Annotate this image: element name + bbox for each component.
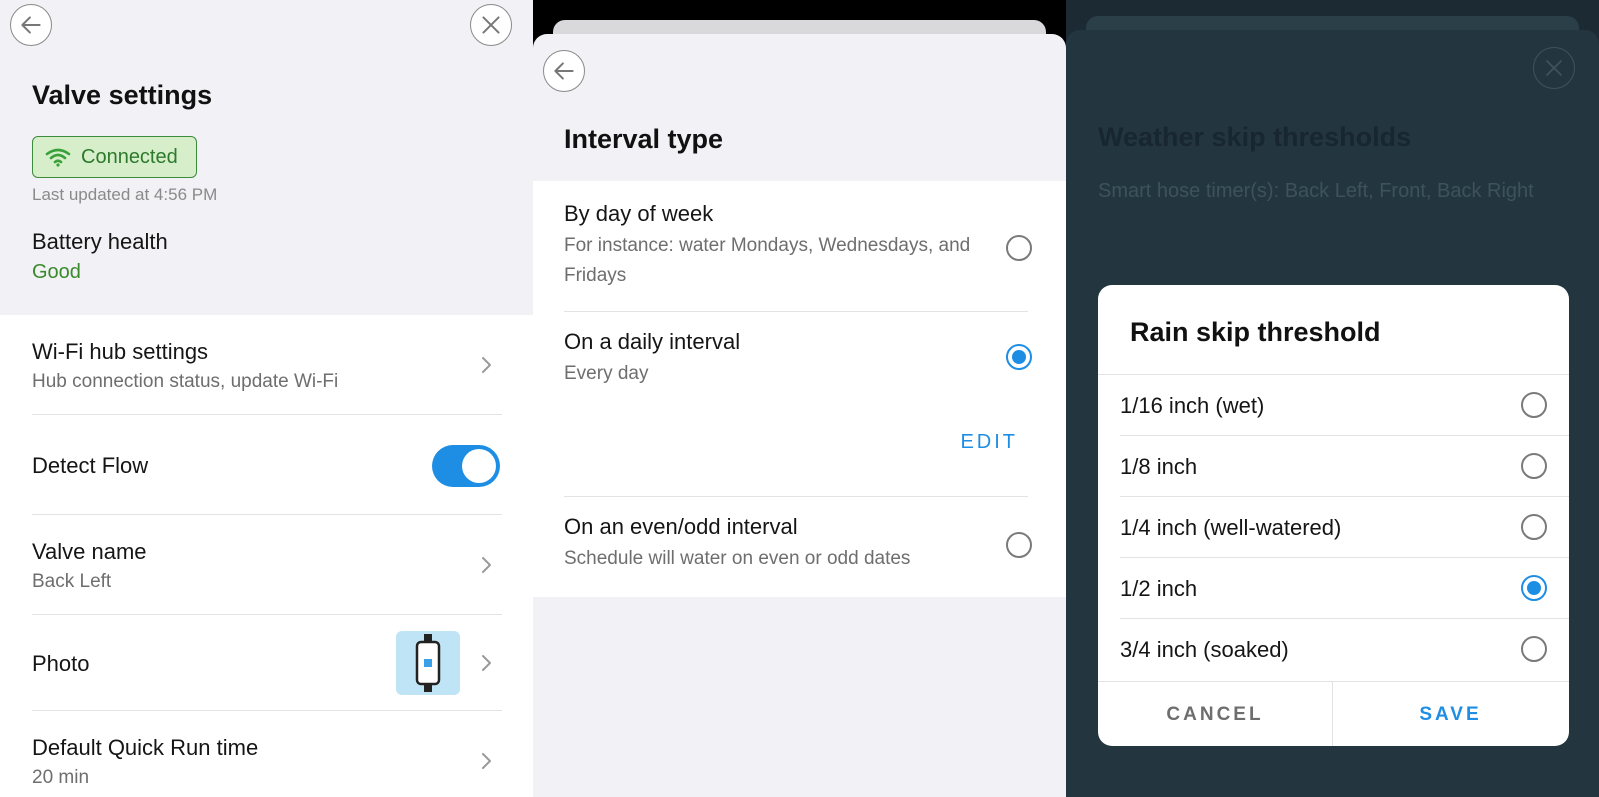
valve-settings-screen: Valve settings Connected Last updated at… [0, 0, 533, 797]
option-label: 3/4 inch (soaked) [1120, 637, 1289, 662]
toggle-knob [462, 449, 496, 483]
wifi-hub-settings-row[interactable]: Wi-Fi hub settings Hub connection status… [32, 315, 502, 415]
radio-button[interactable] [1521, 453, 1547, 479]
last-updated-text: Last updated at 4:56 PM [32, 185, 218, 204]
radio-button-selected[interactable] [1521, 575, 1547, 601]
row-label: Detect Flow [32, 453, 149, 478]
option-label: 1/4 inch (well-watered) [1120, 515, 1342, 540]
interval-type-screen: Interval type By day of week For instanc… [533, 0, 1066, 797]
option-label: On an even/odd interval [564, 514, 798, 539]
arrow-left-icon [554, 62, 574, 80]
battery-health-label: Battery health [32, 229, 168, 254]
interval-options-list: By day of week For instance: water Monda… [533, 181, 1066, 597]
radio-button[interactable] [1521, 636, 1547, 662]
row-label: Valve name [32, 539, 147, 564]
wifi-icon [45, 148, 71, 167]
close-button[interactable] [1533, 47, 1575, 89]
chevron-right-icon [482, 357, 491, 373]
option-description: Every day [564, 363, 649, 384]
option-label: By day of week [564, 201, 714, 226]
rain-skip-dialog: Rain skip threshold 1/16 inch (wet) 1/8 … [1098, 285, 1569, 746]
page-title: Valve settings [32, 80, 213, 110]
valve-name-row[interactable]: Valve name Back Left [32, 515, 502, 615]
cancel-button[interactable]: CANCEL [1098, 682, 1333, 746]
close-button[interactable] [470, 4, 512, 46]
option-label: 1/8 inch [1120, 454, 1198, 479]
row-sublabel: Hub connection status, update Wi-Fi [32, 371, 339, 392]
row-label: Default Quick Run time [32, 735, 259, 760]
divider [564, 311, 1028, 312]
radio-button-selected[interactable] [1006, 344, 1032, 370]
save-button[interactable]: SAVE [1333, 682, 1568, 746]
option-description: For instance: water Mondays, Wednesdays,… [564, 235, 971, 286]
radio-button[interactable] [1521, 392, 1547, 418]
option-label: 1/2 inch [1120, 576, 1198, 601]
page-title: Interval type [564, 124, 724, 154]
threshold-option-1-2[interactable]: 1/2 inch [1120, 557, 1569, 618]
dialog-title: Rain skip threshold [1130, 317, 1381, 347]
back-button[interactable] [10, 4, 52, 46]
option-even-odd-interval[interactable]: On an even/odd interval Schedule will wa… [564, 514, 1034, 578]
chevron-right-icon [482, 753, 491, 769]
battery-health-value: Good [32, 261, 81, 283]
threshold-option-1-4[interactable]: 1/4 inch (well-watered) [1120, 496, 1569, 557]
hose-timer-icon [415, 634, 441, 692]
default-quick-run-row[interactable]: Default Quick Run time 20 min [32, 711, 502, 797]
connection-status-text: Connected [81, 145, 178, 168]
close-icon [1546, 60, 1562, 76]
threshold-option-1-8[interactable]: 1/8 inch [1120, 435, 1569, 496]
radio-button[interactable] [1006, 235, 1032, 261]
option-by-day-of-week[interactable]: By day of week For instance: water Monda… [564, 201, 1034, 311]
dialog-footer: CANCEL SAVE [1098, 681, 1569, 746]
weather-skip-screen: Weather skip thresholds Smart hose timer… [1066, 0, 1599, 797]
connection-status-badge: Connected [32, 136, 197, 178]
settings-list: Wi-Fi hub settings Hub connection status… [0, 315, 533, 797]
divider [564, 496, 1028, 497]
close-icon [482, 16, 500, 34]
row-label: Photo [32, 651, 90, 676]
back-button[interactable] [543, 50, 585, 92]
edit-link[interactable]: EDIT [960, 431, 1018, 454]
detect-flow-row: Detect Flow [32, 415, 502, 515]
detect-flow-toggle[interactable] [432, 445, 500, 487]
radio-button[interactable] [1521, 514, 1547, 540]
arrow-left-icon [21, 16, 41, 34]
row-sublabel: 20 min [32, 767, 90, 788]
radio-button[interactable] [1006, 532, 1032, 558]
photo-row[interactable]: Photo [32, 615, 502, 711]
option-label: On a daily interval [564, 329, 741, 354]
option-description: Schedule will water on even or odd dates [564, 548, 911, 569]
page-title: Weather skip thresholds [1098, 122, 1412, 152]
option-daily-interval[interactable]: On a daily interval Every day [564, 329, 1034, 389]
valve-photo-thumbnail [396, 631, 460, 695]
row-sublabel: Back Left [32, 571, 112, 592]
row-label: Wi-Fi hub settings [32, 339, 209, 364]
page-subtitle: Smart hose timer(s): Back Left, Front, B… [1098, 180, 1534, 202]
threshold-option-1-16[interactable]: 1/16 inch (wet) [1098, 374, 1569, 435]
chevron-right-icon [482, 655, 491, 671]
chevron-right-icon [482, 557, 491, 573]
option-label: 1/16 inch (wet) [1120, 393, 1265, 418]
threshold-option-3-4[interactable]: 3/4 inch (soaked) [1120, 618, 1569, 679]
